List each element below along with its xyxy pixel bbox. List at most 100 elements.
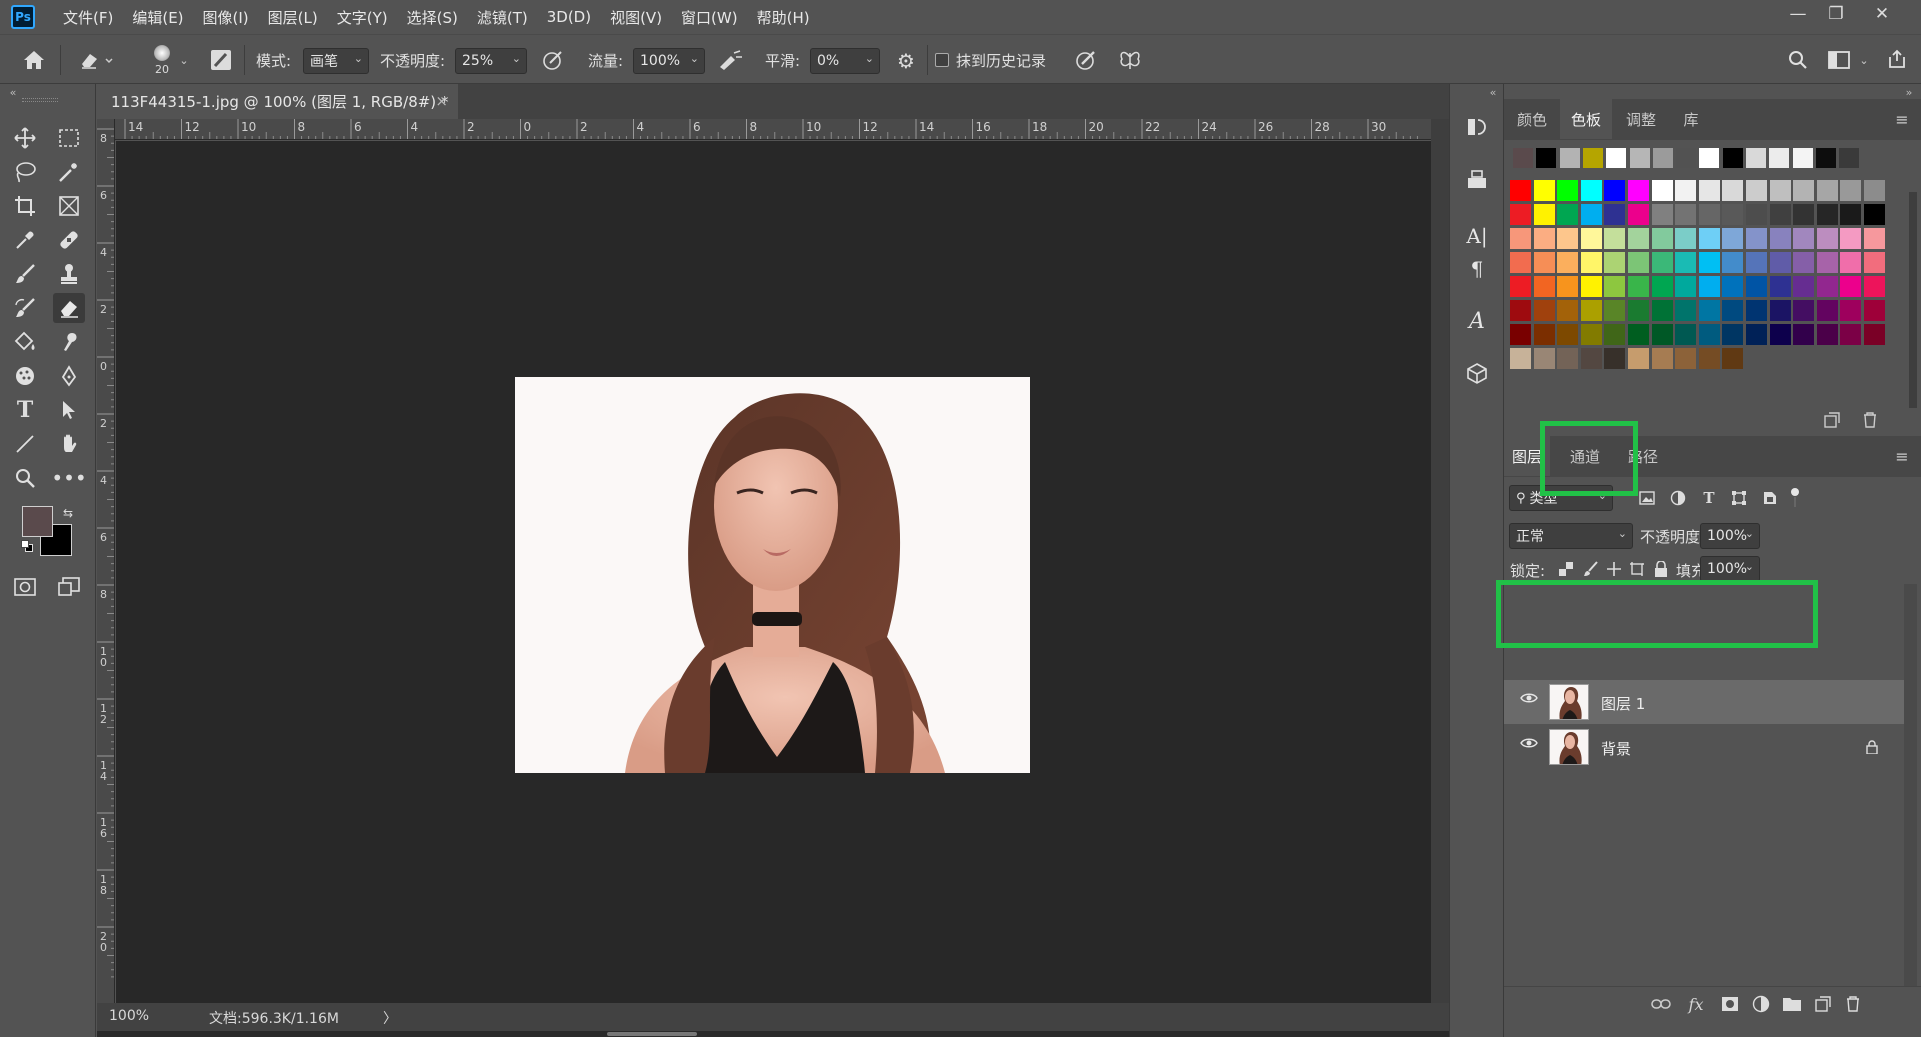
color-swatch[interactable] xyxy=(1840,180,1862,201)
eraser-tool-icon[interactable] xyxy=(53,293,85,323)
mode-dropdown[interactable]: 画笔 ⌄ xyxy=(303,48,369,74)
color-swatch[interactable] xyxy=(1510,228,1531,249)
filter-pixel-layer-icon[interactable] xyxy=(1637,488,1657,508)
color-swatch[interactable] xyxy=(1722,252,1744,273)
color-swatch[interactable] xyxy=(1580,348,1602,369)
color-swatch[interactable] xyxy=(1675,180,1697,201)
pressure-size-icon[interactable] xyxy=(1073,47,1099,73)
color-swatch[interactable] xyxy=(1651,180,1673,201)
layer-lock-icon[interactable] xyxy=(1864,739,1880,755)
color-swatch[interactable] xyxy=(1651,324,1673,345)
close-window-button[interactable]: ✕ xyxy=(1868,2,1896,26)
color-swatch[interactable] xyxy=(1604,324,1626,345)
color-swatch[interactable] xyxy=(1840,300,1862,321)
move-tool-icon[interactable] xyxy=(9,123,41,153)
menu-file[interactable]: 文件(F) xyxy=(63,7,113,28)
frame-tool-icon[interactable] xyxy=(53,191,85,221)
color-swatch[interactable] xyxy=(1675,300,1697,321)
minimize-button[interactable]: — xyxy=(1784,2,1812,26)
brush-settings-panel-icon[interactable] xyxy=(208,47,234,73)
opacity-input[interactable]: 25% ⌄ xyxy=(455,48,527,74)
color-swatch[interactable] xyxy=(1604,252,1626,273)
color-swatch[interactable] xyxy=(1769,180,1791,201)
color-swatch[interactable] xyxy=(1698,300,1720,321)
recent-swatch[interactable] xyxy=(1699,148,1720,168)
color-swatch[interactable] xyxy=(1746,324,1767,345)
color-swatch[interactable] xyxy=(1510,300,1531,321)
crop-tool-icon[interactable] xyxy=(9,191,41,221)
color-swatch[interactable] xyxy=(1793,300,1815,321)
color-swatch[interactable] xyxy=(1698,204,1720,225)
menu-edit[interactable]: 编辑(E) xyxy=(132,7,183,28)
color-swatch[interactable] xyxy=(1675,228,1697,249)
color-swatch[interactable] xyxy=(1628,204,1649,225)
menu-filter[interactable]: 滤镜(T) xyxy=(477,7,528,28)
color-swatch[interactable] xyxy=(1580,300,1602,321)
smudge-tool-icon[interactable] xyxy=(53,327,85,357)
chevron-down-icon[interactable]: ⌄ xyxy=(1858,53,1870,67)
color-swatch[interactable] xyxy=(1651,228,1673,249)
path-selection-tool-icon[interactable] xyxy=(53,395,85,425)
color-swatch[interactable] xyxy=(1628,180,1649,201)
color-swatch[interactable] xyxy=(1628,228,1649,249)
color-swatch[interactable] xyxy=(1651,204,1673,225)
lock-all-icon[interactable] xyxy=(1652,560,1670,578)
color-swatch[interactable] xyxy=(1698,252,1720,273)
marquee-tool-icon[interactable] xyxy=(53,123,85,153)
color-swatch[interactable] xyxy=(1557,204,1579,225)
color-swatch[interactable] xyxy=(1628,324,1649,345)
lock-artboard-icon[interactable] xyxy=(1628,560,1646,578)
color-swatch[interactable] xyxy=(1557,180,1579,201)
color-swatch[interactable] xyxy=(1698,276,1720,297)
lasso-tool-icon[interactable] xyxy=(9,157,41,187)
filter-type-layer-icon[interactable]: T xyxy=(1699,488,1719,508)
color-swatch[interactable] xyxy=(1864,252,1885,273)
history-brush-tool-icon[interactable] xyxy=(9,293,41,323)
new-group-folder-icon[interactable] xyxy=(1779,991,1805,1017)
menu-layer[interactable]: 图层(L) xyxy=(268,7,318,28)
color-swatch[interactable] xyxy=(1651,348,1673,369)
recent-swatch[interactable] xyxy=(1629,148,1650,168)
color-swatch[interactable] xyxy=(1580,324,1602,345)
color-swatch[interactable] xyxy=(1628,276,1649,297)
color-swatch[interactable] xyxy=(1793,324,1815,345)
color-swatch[interactable] xyxy=(1698,348,1720,369)
layer-name[interactable]: 背景 xyxy=(1601,738,1631,759)
eraser-tool-preset-icon[interactable] xyxy=(76,46,116,74)
more-tools-icon[interactable]: ••• xyxy=(51,463,86,493)
color-swatch[interactable] xyxy=(1722,324,1744,345)
color-swatch[interactable] xyxy=(1557,348,1579,369)
recent-swatch[interactable] xyxy=(1606,148,1627,168)
color-swatch[interactable] xyxy=(1793,228,1815,249)
adjustment-layer-icon[interactable] xyxy=(1748,991,1774,1017)
color-swatch[interactable] xyxy=(1746,276,1767,297)
layers-scrollbar[interactable] xyxy=(1904,584,1917,986)
horizontal-scrollbar[interactable] xyxy=(97,1031,1449,1037)
new-layer-icon[interactable] xyxy=(1810,991,1836,1017)
color-swatch[interactable] xyxy=(1793,180,1815,201)
document-image[interactable] xyxy=(515,377,1030,773)
color-swatch[interactable] xyxy=(1510,180,1531,201)
recent-swatch[interactable] xyxy=(1815,148,1836,168)
color-swatch[interactable] xyxy=(1746,252,1767,273)
color-swatch[interactable] xyxy=(1604,300,1626,321)
lock-transparent-pixels-icon[interactable] xyxy=(1557,560,1575,578)
layer-opacity-input[interactable]: 100% ⌄ xyxy=(1700,523,1760,549)
line-tool-icon[interactable] xyxy=(9,429,41,459)
color-swatch[interactable] xyxy=(1840,252,1862,273)
vertical-ruler[interactable]: 864202468101214161820 xyxy=(97,119,115,1003)
recent-swatch[interactable] xyxy=(1839,148,1860,168)
search-icon[interactable] xyxy=(1785,47,1811,73)
color-swatch[interactable] xyxy=(1864,180,1885,201)
color-swatch[interactable] xyxy=(1722,276,1744,297)
color-swatch[interactable] xyxy=(1510,204,1531,225)
recent-swatch[interactable] xyxy=(1722,148,1743,168)
share-icon[interactable] xyxy=(1884,46,1910,72)
color-swatch[interactable] xyxy=(1698,180,1720,201)
layer-row[interactable]: 图层 1 xyxy=(1504,680,1904,724)
delete-layer-icon[interactable] xyxy=(1840,991,1866,1017)
color-swatch[interactable] xyxy=(1864,204,1885,225)
recent-swatch[interactable] xyxy=(1536,148,1557,168)
layers-panel-menu-icon[interactable]: ≡ xyxy=(1892,446,1912,466)
tab-color[interactable]: 颜色 xyxy=(1504,99,1560,139)
